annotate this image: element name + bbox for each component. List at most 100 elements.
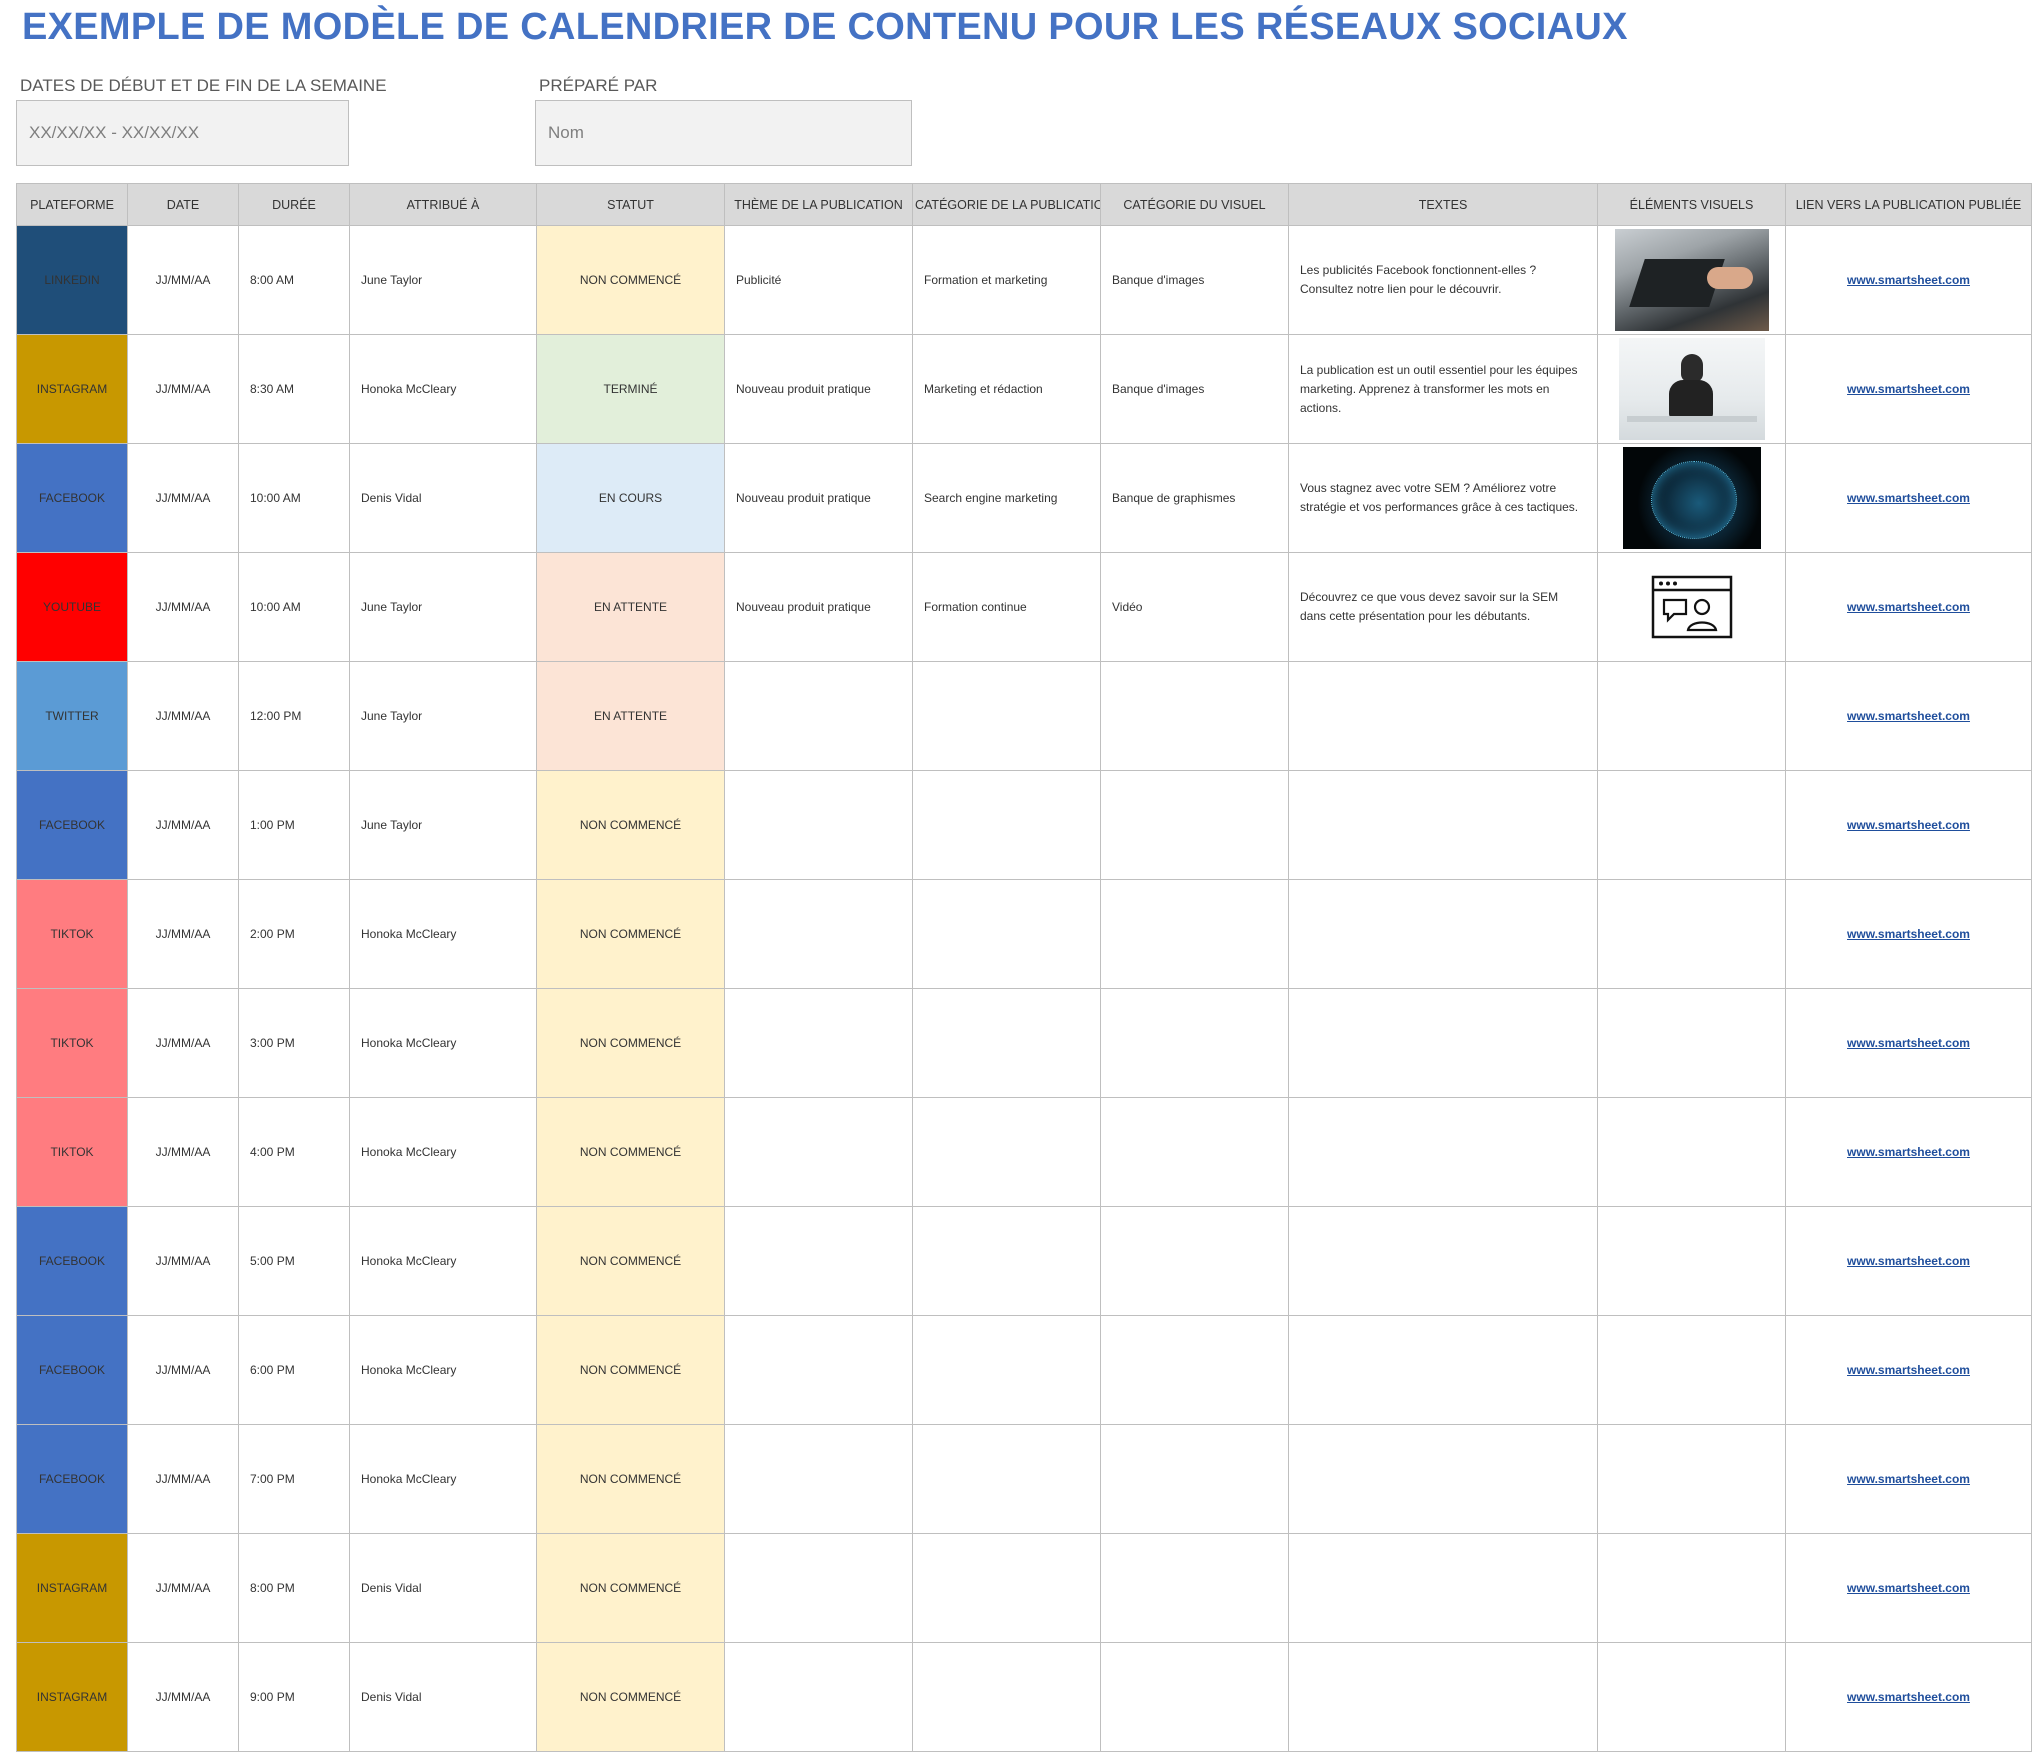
assignee-cell[interactable]: Honoka McCleary [349,988,537,1098]
date-cell[interactable]: JJ/MM/AA [127,879,239,989]
prepared-by-field[interactable]: Nom [535,100,912,166]
published-post-link[interactable]: www.smartsheet.com [1847,491,1970,505]
visual-category-cell[interactable] [1100,988,1289,1098]
published-post-link[interactable]: www.smartsheet.com [1847,1690,1970,1704]
link-cell[interactable]: www.smartsheet.com [1785,1533,2032,1643]
platform-cell[interactable]: FACEBOOK [16,1206,128,1316]
time-cell[interactable]: 1:00 PM [238,770,350,880]
platform-cell[interactable]: INSTAGRAM [16,1642,128,1752]
link-cell[interactable]: www.smartsheet.com [1785,661,2032,771]
post-category-cell[interactable]: Search engine marketing [912,443,1101,553]
assignee-cell[interactable]: Honoka McCleary [349,1206,537,1316]
theme-cell[interactable]: Nouveau produit pratique [724,443,913,553]
date-cell[interactable]: JJ/MM/AA [127,770,239,880]
assignee-cell[interactable]: June Taylor [349,225,537,335]
text-cell[interactable] [1288,1315,1598,1425]
time-cell[interactable]: 6:00 PM [238,1315,350,1425]
assignee-cell[interactable]: Honoka McCleary [349,1424,537,1534]
post-category-cell[interactable] [912,1097,1101,1207]
week-dates-field[interactable]: XX/XX/XX - XX/XX/XX [16,100,349,166]
status-cell[interactable]: NON COMMENCÉ [536,1424,725,1534]
text-cell[interactable] [1288,770,1598,880]
visual-category-cell[interactable] [1100,1642,1289,1752]
visual-category-cell[interactable]: Banque de graphismes [1100,443,1289,553]
time-cell[interactable]: 8:00 AM [238,225,350,335]
published-post-link[interactable]: www.smartsheet.com [1847,1145,1970,1159]
published-post-link[interactable]: www.smartsheet.com [1847,1363,1970,1377]
platform-cell[interactable]: TIKTOK [16,879,128,989]
visual-category-cell[interactable] [1100,1533,1289,1643]
visual-category-cell[interactable] [1100,1206,1289,1316]
text-cell[interactable] [1288,1642,1598,1752]
assignee-cell[interactable]: Honoka McCleary [349,334,537,444]
theme-cell[interactable] [724,879,913,989]
status-cell[interactable]: NON COMMENCÉ [536,879,725,989]
theme-cell[interactable] [724,1206,913,1316]
date-cell[interactable]: JJ/MM/AA [127,443,239,553]
post-category-cell[interactable] [912,879,1101,989]
visual-cell[interactable] [1597,443,1786,553]
status-cell[interactable]: EN COURS [536,443,725,553]
visual-cell[interactable] [1597,552,1786,662]
assignee-cell[interactable]: Honoka McCleary [349,1097,537,1207]
link-cell[interactable]: www.smartsheet.com [1785,1206,2032,1316]
platform-cell[interactable]: FACEBOOK [16,770,128,880]
time-cell[interactable]: 4:00 PM [238,1097,350,1207]
post-category-cell[interactable] [912,1315,1101,1425]
link-cell[interactable]: www.smartsheet.com [1785,552,2032,662]
assignee-cell[interactable]: June Taylor [349,552,537,662]
published-post-link[interactable]: www.smartsheet.com [1847,1581,1970,1595]
text-cell[interactable]: Vous stagnez avec votre SEM ? Améliorez … [1288,443,1598,553]
visual-category-cell[interactable] [1100,770,1289,880]
text-cell[interactable] [1288,1206,1598,1316]
text-cell[interactable] [1288,1097,1598,1207]
visual-category-cell[interactable] [1100,1097,1289,1207]
time-cell[interactable]: 12:00 PM [238,661,350,771]
assignee-cell[interactable]: Denis Vidal [349,443,537,553]
date-cell[interactable]: JJ/MM/AA [127,1533,239,1643]
date-cell[interactable]: JJ/MM/AA [127,1315,239,1425]
text-cell[interactable] [1288,661,1598,771]
date-cell[interactable]: JJ/MM/AA [127,225,239,335]
post-category-cell[interactable] [912,1424,1101,1534]
post-category-cell[interactable]: Marketing et rédaction [912,334,1101,444]
text-cell[interactable]: Les publicités Facebook fonctionnent-ell… [1288,225,1598,335]
visual-cell[interactable] [1597,770,1786,880]
status-cell[interactable]: EN ATTENTE [536,552,725,662]
theme-cell[interactable] [724,1097,913,1207]
platform-cell[interactable]: INSTAGRAM [16,334,128,444]
status-cell[interactable]: NON COMMENCÉ [536,1206,725,1316]
link-cell[interactable]: www.smartsheet.com [1785,1315,2032,1425]
status-cell[interactable]: NON COMMENCÉ [536,1097,725,1207]
visual-category-cell[interactable] [1100,661,1289,771]
date-cell[interactable]: JJ/MM/AA [127,1097,239,1207]
text-cell[interactable] [1288,1424,1598,1534]
published-post-link[interactable]: www.smartsheet.com [1847,273,1970,287]
post-category-cell[interactable] [912,1206,1101,1316]
status-cell[interactable]: NON COMMENCÉ [536,225,725,335]
link-cell[interactable]: www.smartsheet.com [1785,334,2032,444]
status-cell[interactable]: NON COMMENCÉ [536,1315,725,1425]
date-cell[interactable]: JJ/MM/AA [127,1206,239,1316]
text-cell[interactable]: La publication est un outil essentiel po… [1288,334,1598,444]
published-post-link[interactable]: www.smartsheet.com [1847,1036,1970,1050]
time-cell[interactable]: 8:00 PM [238,1533,350,1643]
theme-cell[interactable] [724,770,913,880]
time-cell[interactable]: 8:30 AM [238,334,350,444]
theme-cell[interactable] [724,661,913,771]
time-cell[interactable]: 3:00 PM [238,988,350,1098]
theme-cell[interactable] [724,1424,913,1534]
date-cell[interactable]: JJ/MM/AA [127,552,239,662]
assignee-cell[interactable]: Denis Vidal [349,1642,537,1752]
status-cell[interactable]: NON COMMENCÉ [536,988,725,1098]
visual-category-cell[interactable] [1100,1424,1289,1534]
status-cell[interactable]: EN ATTENTE [536,661,725,771]
visual-category-cell[interactable] [1100,1315,1289,1425]
date-cell[interactable]: JJ/MM/AA [127,1642,239,1752]
visual-category-cell[interactable] [1100,879,1289,989]
time-cell[interactable]: 9:00 PM [238,1642,350,1752]
visual-cell[interactable] [1597,1315,1786,1425]
visual-category-cell[interactable]: Banque d'images [1100,334,1289,444]
link-cell[interactable]: www.smartsheet.com [1785,879,2032,989]
time-cell[interactable]: 10:00 AM [238,552,350,662]
